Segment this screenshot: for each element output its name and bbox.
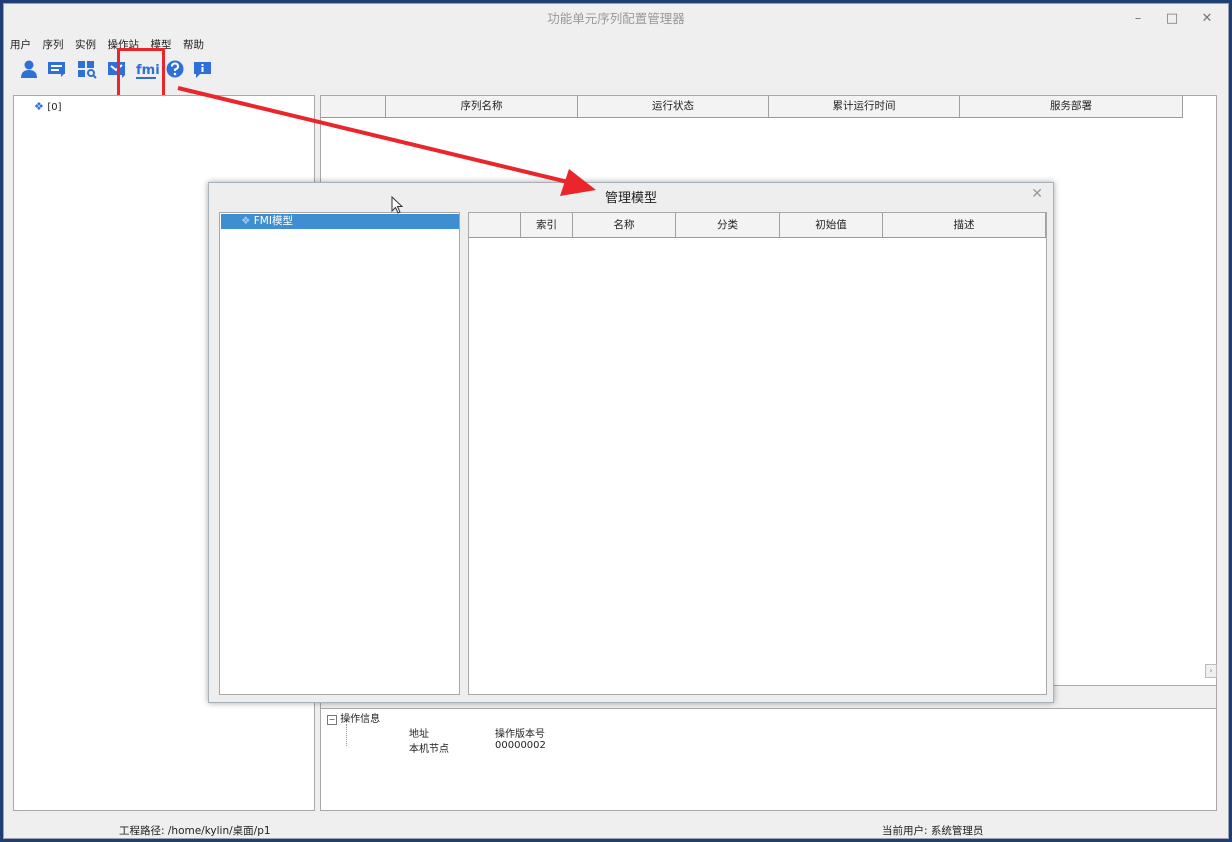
mouse-cursor-icon: [391, 196, 404, 214]
annotation-arrow: [177, 86, 596, 196]
